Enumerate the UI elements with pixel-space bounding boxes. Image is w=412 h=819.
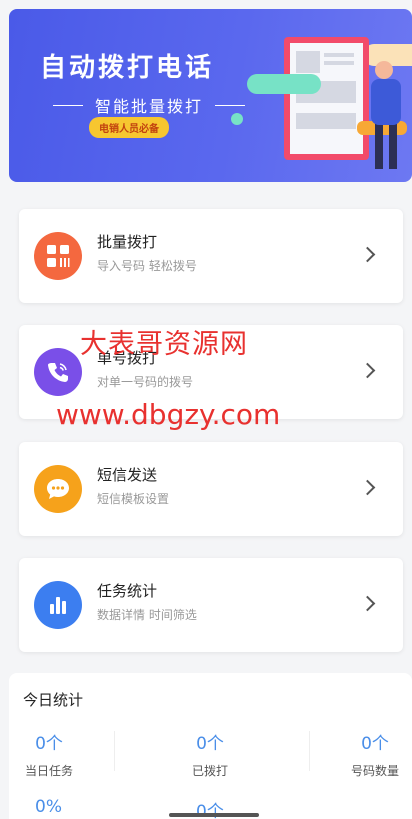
stat-daily-tasks: 0个 当日任务 <box>23 729 75 779</box>
decor-pill <box>247 74 321 94</box>
promo-banner[interactable]: 自动拨打电话 智能批量拨打 电销人员必备 <box>9 9 412 182</box>
chevron-right-icon <box>359 246 376 263</box>
stat-label: 当日任务 <box>24 764 73 778</box>
menu-card-task-stats[interactable]: 任务统计 数据详情 时间筛选 <box>19 558 403 652</box>
stat-label: 已拨打 <box>191 764 228 778</box>
divider <box>114 731 115 771</box>
menu-card-title: 批量拨打 <box>97 233 158 251</box>
chevron-right-icon <box>359 479 376 496</box>
menu-card-subtitle: 短信模板设置 <box>97 492 170 506</box>
menu-card-batch-dial[interactable]: 批量拨打 导入号码 轻松拨号 <box>19 209 403 303</box>
chevron-right-icon <box>359 362 376 379</box>
banner-title: 自动拨打电话 <box>40 53 215 83</box>
banner-subtitle-row: 智能批量拨打 <box>29 93 269 117</box>
stat-value: 0个 <box>196 734 224 754</box>
watermark-text: 大表哥资源网 <box>80 329 248 360</box>
stat-dialed: 0个 已拨打 <box>184 729 236 779</box>
menu-card-title: 短信发送 <box>97 466 158 484</box>
watermark-url: www.dbgzy.com <box>56 398 281 431</box>
divider <box>52 104 83 106</box>
today-stats-panel: 今日统计 0个 当日任务 0个 已拨打 0个 号码数量 0% 0个 <box>9 673 412 819</box>
menu-card-sms[interactable]: 短信发送 短信模板设置 <box>19 442 403 536</box>
menu-card-title: 任务统计 <box>97 582 158 600</box>
stat-value: 0个 <box>361 734 389 754</box>
menu-card-subtitle: 导入号码 轻松拨号 <box>97 259 197 273</box>
stat-number-count: 0个 号码数量 <box>347 729 403 779</box>
message-icon <box>34 465 82 513</box>
phone-icon <box>34 348 82 396</box>
banner-badge: 电销人员必备 <box>89 117 169 138</box>
stat-value-partial: 0% <box>35 797 62 817</box>
person-illustration-head <box>375 61 393 79</box>
divider <box>309 731 310 771</box>
grid-icon <box>34 232 82 280</box>
home-indicator <box>169 813 259 817</box>
person-illustration-leg <box>375 123 383 169</box>
bar-chart-icon <box>34 581 82 629</box>
person-illustration-leg <box>389 123 397 169</box>
stat-label: 号码数量 <box>350 764 399 778</box>
chevron-right-icon <box>359 595 376 612</box>
banner-subtitle: 智能批量拨打 <box>94 97 203 116</box>
menu-card-subtitle: 对单一号码的拨号 <box>97 375 194 389</box>
stat-value: 0个 <box>35 734 63 754</box>
menu-card-subtitle: 数据详情 时间筛选 <box>97 608 197 622</box>
board-illustration <box>284 37 369 160</box>
stats-title: 今日统计 <box>23 691 84 709</box>
divider <box>215 104 245 106</box>
person-illustration <box>371 79 401 125</box>
